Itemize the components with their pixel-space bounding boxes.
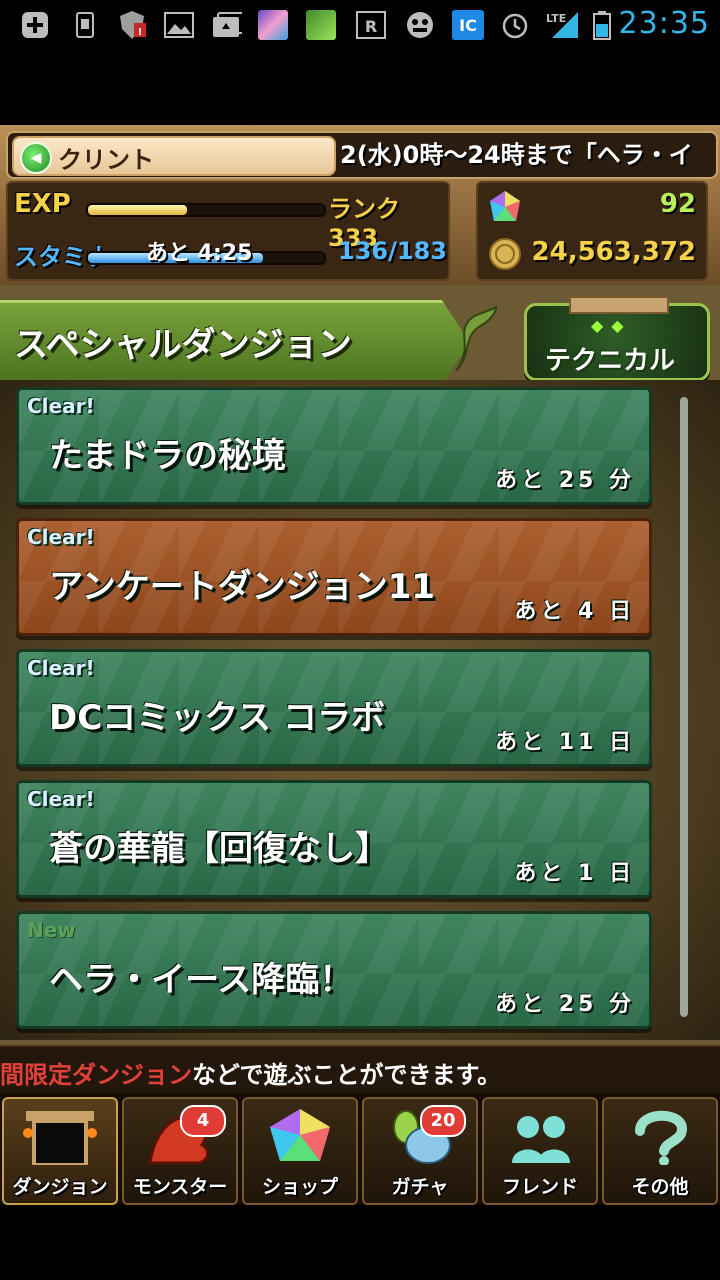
dungeon-item[interactable]: Clear! 蒼の華龍【回復なし】あと 1 日 xyxy=(16,780,652,898)
dungeon-remaining-time: あと 1 日 xyxy=(514,861,635,886)
dungeon-remaining-time: あと 11 日 xyxy=(495,730,635,755)
dragon-icon xyxy=(452,305,500,375)
bottom-nav: ダンジョン モンスター 4 ショップ ガチャ 20 フレンド その他 xyxy=(0,1093,720,1205)
dungeon-item[interactable]: New ヘラ・イース降臨！ あと 25 分 xyxy=(16,911,652,1029)
friends-icon xyxy=(484,1105,596,1176)
player-name: クリント xyxy=(58,146,154,174)
alarm-icon xyxy=(500,10,530,40)
exp-bar-fill xyxy=(88,205,188,215)
exp-bar xyxy=(86,203,326,217)
gate-lintel xyxy=(569,296,669,314)
gem-icon xyxy=(244,1105,356,1176)
hud-top-row: ◀ クリント 2(水)0時～24時まで「ヘラ・イ xyxy=(6,131,718,179)
nav-button[interactable]: ダンジョン xyxy=(2,1097,118,1205)
svg-text:!: ! xyxy=(138,27,143,38)
dungeon-remaining-time: あと 25 分 xyxy=(495,468,635,493)
magic-stone-count: 92 xyxy=(659,189,696,219)
dungeon-status-badge: Clear! xyxy=(27,394,95,418)
dungeon-name: たまドラの秘境 xyxy=(49,436,286,476)
battery-icon xyxy=(590,10,614,40)
dungeon-gate-icon xyxy=(4,1105,116,1176)
image-icon xyxy=(164,10,194,40)
nav-badge: 20 xyxy=(420,1105,466,1137)
ic-card-icon: IC xyxy=(452,10,484,40)
dungeon-name: 蒼の華龍【回復なし】 xyxy=(49,829,389,869)
nav-label: ガチャ xyxy=(391,1176,449,1198)
player-name-box[interactable]: ◀ クリント xyxy=(12,136,336,176)
nav-label: ショップ xyxy=(261,1176,338,1198)
add-icon xyxy=(20,10,50,40)
dungeon-item[interactable]: Clear! たまドラの秘境あと 25 分 xyxy=(16,387,652,505)
dungeon-status-badge: Clear! xyxy=(27,525,95,549)
nav-label: モンスター xyxy=(132,1176,228,1198)
nav-label: フレンド xyxy=(501,1176,578,1198)
nav-button[interactable]: ガチャ 20 xyxy=(362,1097,478,1205)
ticker-highlight: 間限定ダンジョン xyxy=(0,1061,192,1089)
glowing-eyes-icon: ◆◆ xyxy=(591,316,632,335)
status-bar: ! R IC LTE 23:35 xyxy=(0,0,720,50)
news-marquee: 2(水)0時～24時まで「ヘラ・イ xyxy=(340,141,693,169)
svg-text:R: R xyxy=(365,17,377,36)
app-thumb-1 xyxy=(258,10,288,40)
dungeon-item[interactable]: Clear! DCコミックス コラボあと 11 日 xyxy=(16,649,652,767)
stamina-timer: あと 4:25 xyxy=(146,241,253,266)
section-title: スペシャルダンジョン xyxy=(14,325,352,365)
shield-notify-icon: ! xyxy=(116,10,146,40)
coin-count: 24,563,372 xyxy=(531,237,696,267)
ticker-rest: などで遊ぶことができます。 xyxy=(192,1061,502,1089)
dungeon-name: DCコミックス コラボ xyxy=(49,698,385,738)
stamina-value: 136/183 xyxy=(338,237,447,265)
nav-label: その他 xyxy=(631,1176,689,1198)
nav-button[interactable]: その他 xyxy=(602,1097,718,1205)
question-icon xyxy=(604,1105,716,1176)
dungeon-name: ヘラ・イース降臨！ xyxy=(49,960,354,1000)
upload-icon xyxy=(212,10,242,40)
exp-label: EXP xyxy=(14,189,71,219)
dungeon-status-badge: Clear! xyxy=(27,787,95,811)
dungeon-status-badge: New xyxy=(27,918,76,942)
nav-label: ダンジョン xyxy=(12,1176,108,1198)
player-hud: ◀ クリント 2(水)0時～24時まで「ヘラ・イ EXP ランク 333 スタミ… xyxy=(0,125,720,285)
nav-button[interactable]: ショップ xyxy=(242,1097,358,1205)
ticker-text: 間限定ダンジョンなどで遊ぶことができます。 xyxy=(0,1055,501,1090)
player-status-icon: ◀ xyxy=(20,142,52,174)
dungeon-name: アンケートダンジョン11 xyxy=(49,567,435,607)
signal-icon: LTE xyxy=(544,10,584,40)
dungeon-remaining-time: あと 25 分 xyxy=(495,992,635,1017)
technical-label: テクニカル xyxy=(545,346,676,376)
app-thumb-2 xyxy=(306,10,336,40)
nav-button[interactable]: モンスター 4 xyxy=(122,1097,238,1205)
currency-panel: 92 24,563,372 xyxy=(476,181,708,281)
technical-dungeon-button[interactable]: ◆◆ テクニカル xyxy=(524,296,710,381)
clock: 23:35 xyxy=(618,6,710,41)
info-ticker: 間限定ダンジョンなどで遊ぶことができます。 xyxy=(0,1045,720,1093)
bottom-black-area xyxy=(0,1205,720,1280)
scrollbar[interactable] xyxy=(680,397,688,1017)
dungeon-item[interactable]: Clear! アンケートダンジョン11 あと 4 日 xyxy=(16,518,652,636)
game-notify-icon xyxy=(404,10,434,40)
sim-icon xyxy=(70,10,100,40)
nav-button[interactable]: フレンド xyxy=(482,1097,598,1205)
rakuten-icon: R xyxy=(356,10,386,40)
game-screen: ◀ クリント 2(水)0時～24時まで「ヘラ・イ EXP ランク 333 スタミ… xyxy=(0,125,720,1205)
magic-stone-icon xyxy=(488,189,522,229)
nav-badge: 4 xyxy=(180,1105,226,1137)
dungeon-remaining-time: あと 4 日 xyxy=(514,599,635,624)
section-banner: スペシャルダンジョン xyxy=(0,300,470,385)
svg-text:LTE: LTE xyxy=(546,12,566,25)
exp-stamina-panel: EXP ランク 333 スタミナ あと 4:25 136/183 xyxy=(6,181,450,281)
coin-icon xyxy=(488,237,522,275)
dungeon-status-badge: Clear! xyxy=(27,656,95,680)
